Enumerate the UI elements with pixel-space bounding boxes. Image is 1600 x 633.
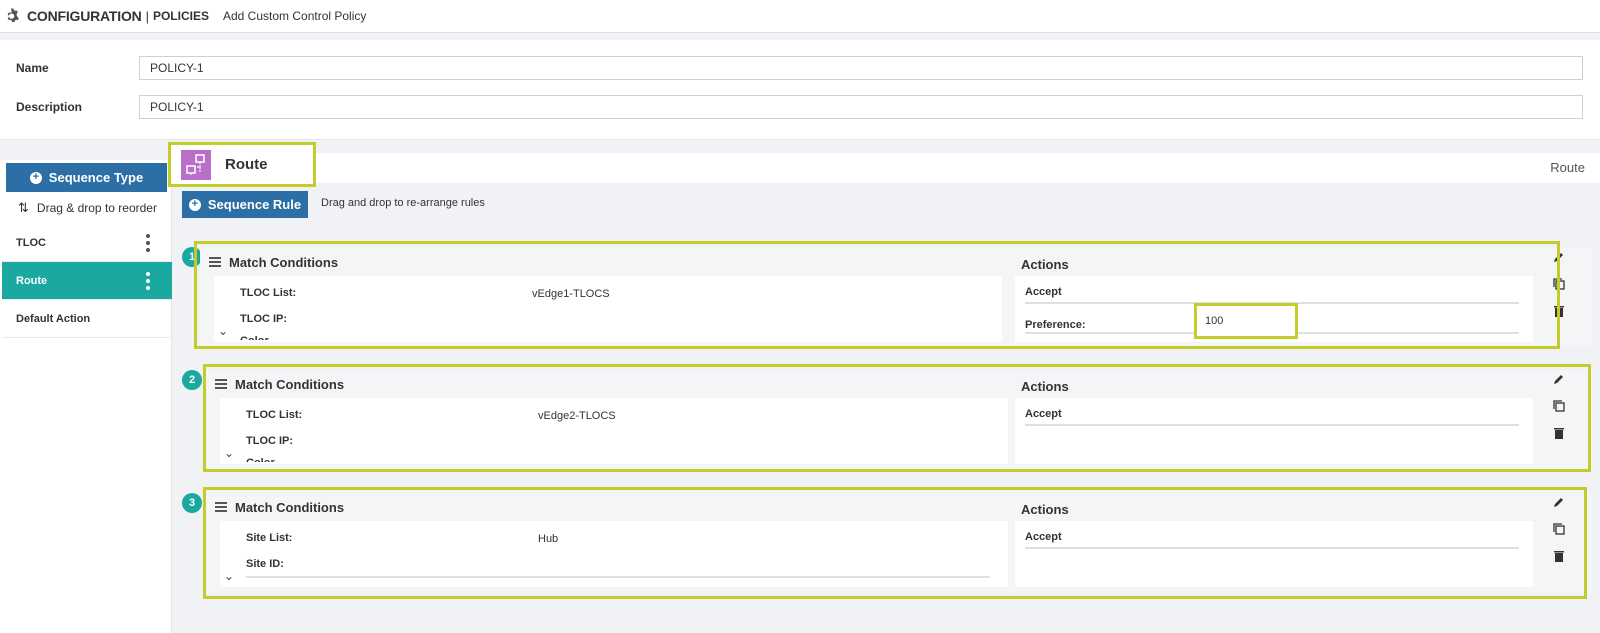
- kebab-icon[interactable]: [146, 234, 150, 252]
- drag-hint-label: Drag & drop to reorder: [36, 201, 157, 215]
- header-section[interactable]: POLICIES: [153, 9, 209, 23]
- rearrange-hint: Drag and drop to re-arrange rules: [321, 197, 485, 209]
- plus-circle-icon: +: [29, 171, 42, 184]
- sequence-rule-button[interactable]: + Sequence Rule: [182, 191, 308, 218]
- gear-icon: [7, 8, 19, 23]
- description-label: Description: [16, 100, 83, 114]
- drag-hint: ⇅ Drag & drop to reorder: [18, 200, 157, 216]
- sidebar-item-label: Route: [16, 274, 48, 287]
- route-section-header: Route: [172, 153, 1600, 183]
- kebab-icon[interactable]: [146, 272, 150, 290]
- sidebar-item-route[interactable]: Route: [2, 262, 172, 300]
- top-header: CONFIGURATION | POLICIES Add Custom Cont…: [0, 0, 1600, 33]
- reorder-arrows-icon: ⇅: [18, 200, 29, 215]
- route-title-label: Route: [225, 156, 268, 173]
- sequence-rule-label: Sequence Rule: [207, 197, 302, 212]
- highlight-outline: [203, 364, 1591, 472]
- header-title: CONFIGURATION: [27, 8, 142, 24]
- preference-field[interactable]: 100: [1194, 303, 1298, 339]
- highlight-outline: [194, 241, 1560, 349]
- sidebar-item-default-action[interactable]: Default Action: [2, 300, 172, 338]
- sidebar-item-tloc[interactable]: TLOC: [2, 224, 172, 262]
- sidebar-item-label: TLOC: [16, 236, 46, 249]
- name-row: Name: [0, 53, 1600, 83]
- route-icon: [181, 149, 211, 180]
- route-title: Route: [168, 142, 316, 187]
- policy-form: Name Description: [0, 40, 1600, 140]
- sequence-type-label: Sequence Type: [48, 170, 144, 185]
- route-section-right-label: Route: [1550, 160, 1585, 175]
- name-field[interactable]: [139, 56, 1583, 80]
- sequence-number-badge: 2: [182, 370, 202, 390]
- sequence-number-badge: 3: [182, 493, 202, 513]
- sidebar-item-label: Default Action: [16, 312, 91, 325]
- header-separator: |: [145, 8, 149, 24]
- sequence-type-button[interactable]: + Sequence Type: [6, 163, 167, 192]
- description-field[interactable]: [139, 95, 1583, 119]
- header-page: Add Custom Control Policy: [222, 9, 367, 23]
- plus-circle-icon: +: [188, 198, 201, 211]
- name-label: Name: [16, 61, 49, 75]
- description-row: Description: [0, 92, 1600, 122]
- sequence-type-sidebar: + Sequence Type ⇅ Drag & drop to reorder…: [0, 160, 172, 633]
- highlight-outline: [203, 487, 1587, 599]
